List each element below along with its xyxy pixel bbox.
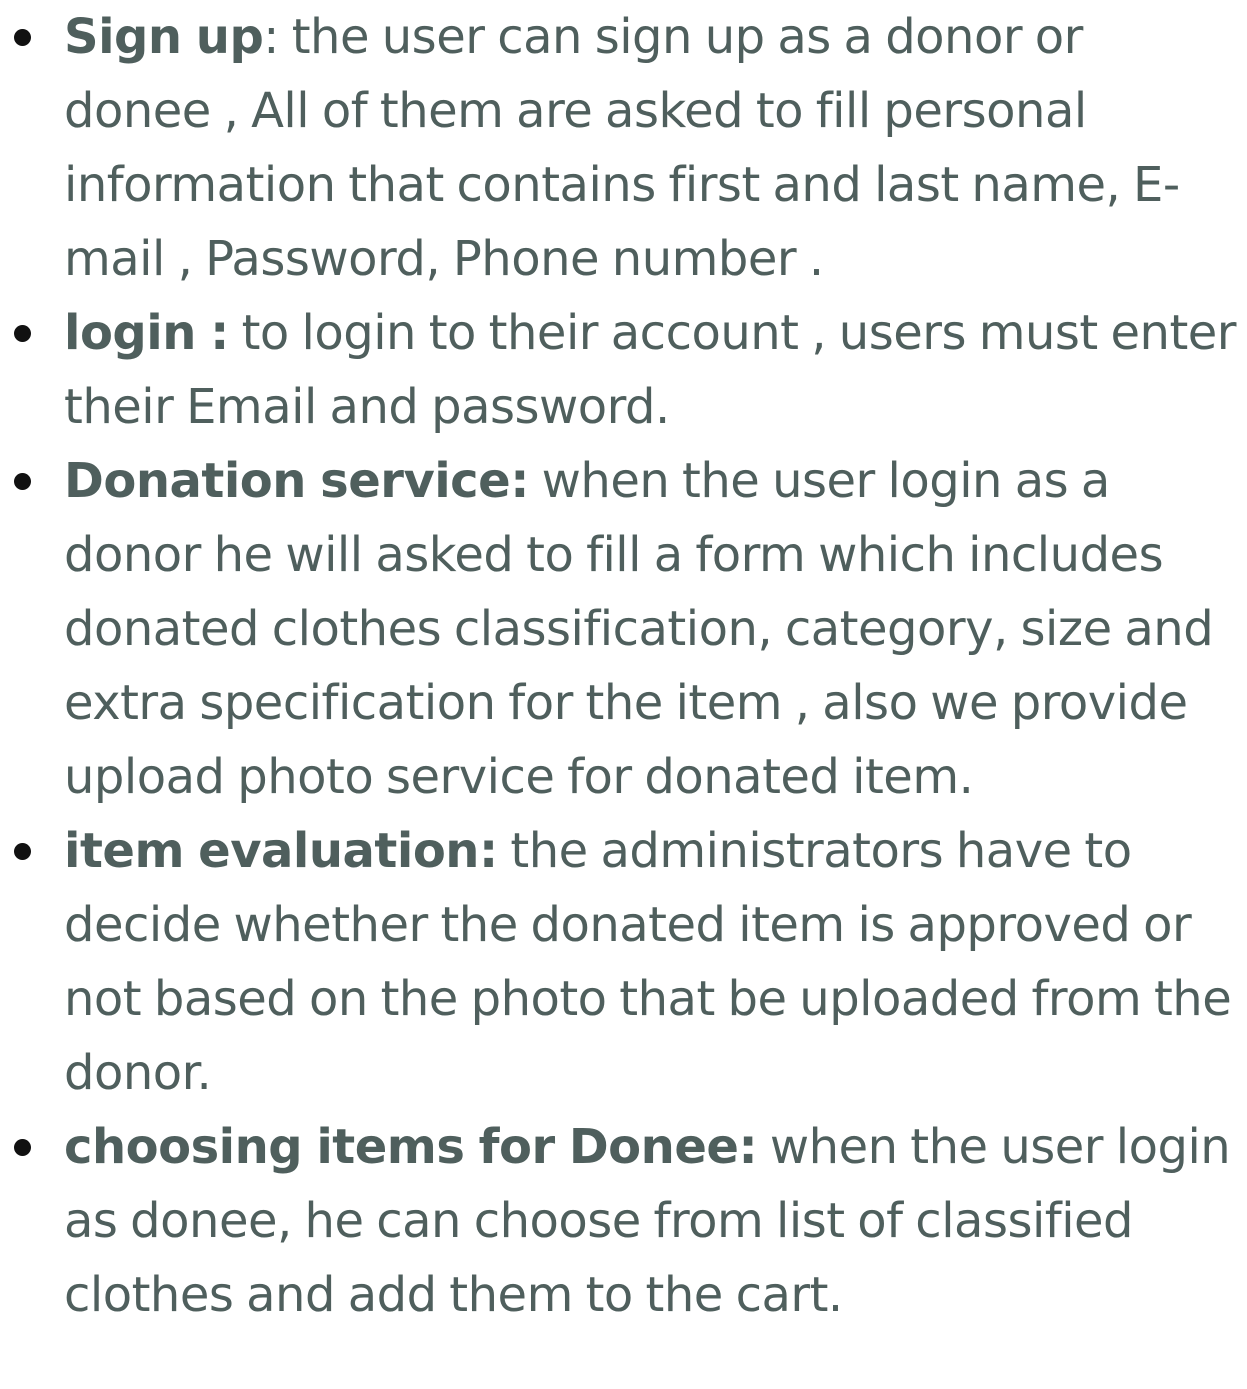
item-term: item evaluation: bbox=[64, 823, 498, 879]
item-term: Donation service: bbox=[64, 453, 529, 509]
bullet-icon bbox=[14, 29, 31, 46]
list-item-donation-service: Donation service: when the user login as… bbox=[0, 444, 1247, 814]
list-item-sign-up: Sign up: the user can sign up as a donor… bbox=[0, 0, 1247, 296]
list-item-choosing-items: choosing items for Donee: when the user … bbox=[0, 1110, 1247, 1332]
item-description: to login to their account , users must e… bbox=[64, 305, 1237, 435]
bullet-icon bbox=[14, 843, 31, 860]
list-item-login: login : to login to their account , user… bbox=[0, 296, 1247, 444]
bullet-icon bbox=[14, 1139, 31, 1156]
list-item-item-evaluation: item evaluation: the administrators have… bbox=[0, 814, 1247, 1110]
item-term: login : bbox=[64, 305, 229, 361]
bullet-icon bbox=[14, 325, 31, 342]
item-separator: : bbox=[263, 9, 279, 65]
item-term: choosing items for Donee: bbox=[64, 1119, 758, 1175]
bullet-icon bbox=[14, 473, 31, 490]
feature-list: Sign up: the user can sign up as a donor… bbox=[0, 0, 1247, 1332]
item-term: Sign up bbox=[64, 9, 264, 65]
